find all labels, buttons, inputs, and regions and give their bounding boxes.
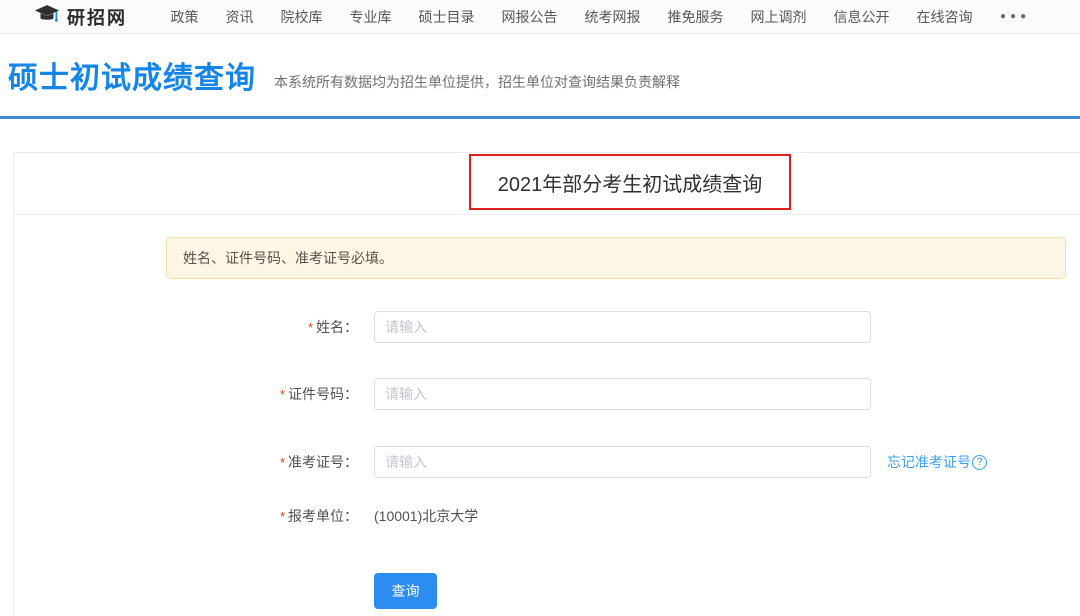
alert-text: 姓名、证件号码、准考证号必填。 (183, 248, 393, 268)
required-fields-alert: 姓名、证件号码、准考证号必填。 (166, 237, 1066, 279)
nav-item-online-announcement[interactable]: 网报公告 (502, 7, 558, 27)
query-button[interactable]: 查询 (374, 573, 437, 609)
form-row-unit: *报考单位： (10001)北京大学 (14, 500, 478, 532)
ticket-number-label: *准考证号： (14, 452, 358, 472)
nav-item-online-adjustment[interactable]: 网上调剂 (751, 7, 807, 27)
id-number-input[interactable] (374, 378, 871, 410)
nav-item-unified-exam[interactable]: 统考网报 (585, 7, 641, 27)
required-asterisk: * (280, 509, 285, 524)
form-row-ticket-number: *准考证号： 忘记准考证号 ? (14, 446, 987, 478)
nav-item-online-consult[interactable]: 在线咨询 (917, 7, 973, 27)
name-input[interactable] (374, 311, 871, 343)
nav-item-college-library[interactable]: 院校库 (281, 7, 323, 27)
nav-item-info-disclosure[interactable]: 信息公开 (834, 7, 890, 27)
page-subtitle: 本系统所有数据均为招生单位提供，招生单位对查询结果负责解释 (274, 58, 680, 92)
nav-item-policy[interactable]: 政策 (171, 7, 199, 27)
graduation-cap-icon (34, 4, 60, 30)
forgot-ticket-link[interactable]: 忘记准考证号 ? (887, 452, 987, 472)
nav-item-exempt-service[interactable]: 推免服务 (668, 7, 724, 27)
nav-item-master-catalog[interactable]: 硕士目录 (419, 7, 475, 27)
required-asterisk: * (308, 320, 313, 335)
nav-item-major-library[interactable]: 专业库 (350, 7, 392, 27)
nav-menu: 政策 资讯 院校库 专业库 硕士目录 网报公告 统考网报 推免服务 网上调剂 信… (157, 7, 1030, 27)
form-row-name: *姓名： (14, 311, 871, 343)
ticket-number-input[interactable] (374, 446, 871, 478)
page-title: 硕士初试成绩查询 (8, 53, 256, 97)
query-card: 2021年部分考生初试成绩查询 姓名、证件号码、准考证号必填。 *姓名： *证件… (13, 152, 1080, 616)
page: 研招网 政策 资讯 院校库 专业库 硕士目录 网报公告 统考网报 推免服务 网上… (0, 0, 1080, 616)
unit-label: *报考单位： (14, 506, 358, 526)
required-asterisk: * (280, 455, 285, 470)
form-row-id-number: *证件号码： (14, 378, 871, 410)
site-logo[interactable]: 研招网 (34, 4, 127, 30)
logo-text: 研招网 (67, 4, 127, 30)
card-heading: 2021年部分考生初试成绩查询 (498, 168, 763, 197)
card-header: 2021年部分考生初试成绩查询 (14, 153, 1080, 215)
unit-value: (10001)北京大学 (374, 506, 478, 526)
nav-more-ellipsis-icon[interactable]: ●●● (1000, 11, 1030, 22)
name-label: *姓名： (14, 317, 358, 337)
header-divider (0, 116, 1080, 119)
page-header: 硕士初试成绩查询 本系统所有数据均为招生单位提供，招生单位对查询结果负责解释 (0, 34, 1080, 116)
id-number-label: *证件号码： (14, 384, 358, 404)
red-highlight-box: 2021年部分考生初试成绩查询 (469, 154, 791, 210)
top-nav: 研招网 政策 资讯 院校库 专业库 硕士目录 网报公告 统考网报 推免服务 网上… (0, 0, 1080, 34)
question-circle-icon: ? (972, 455, 987, 470)
required-asterisk: * (280, 387, 285, 402)
nav-item-news[interactable]: 资讯 (226, 7, 254, 27)
